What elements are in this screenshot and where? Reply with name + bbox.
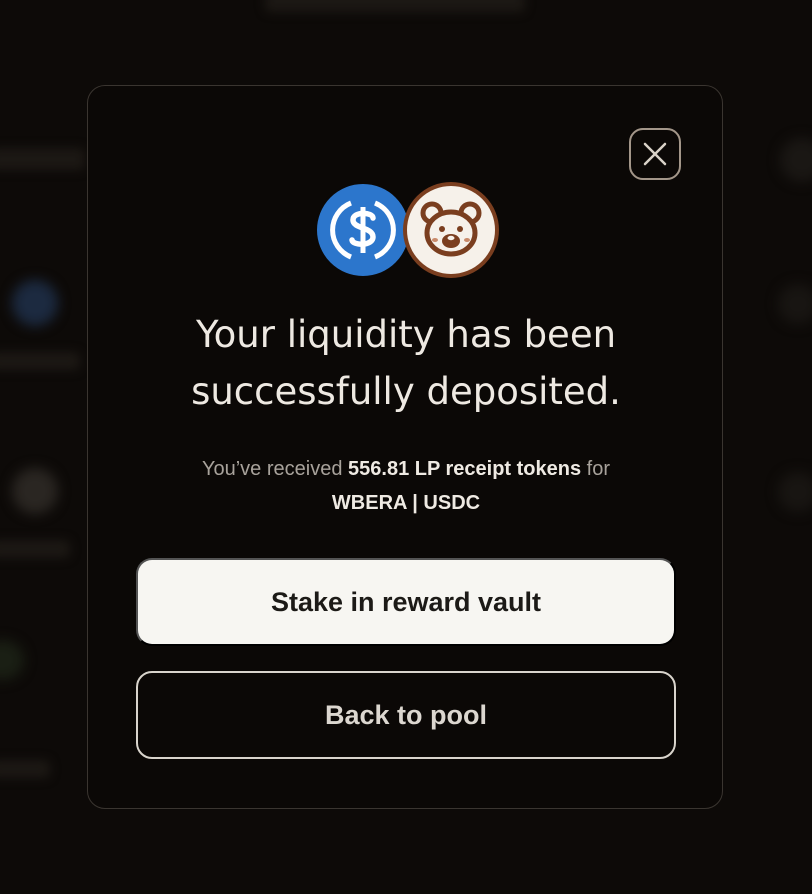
bg-header-text	[265, 0, 525, 12]
received-suffix: for	[586, 458, 611, 480]
stake-button-label: Stake in reward vault	[270, 586, 542, 617]
stake-in-reward-vault-button[interactable]: Stake in reward vault	[136, 558, 676, 646]
bg-token-avatar	[12, 280, 58, 326]
headline-line-2: successfully deposited.	[191, 370, 621, 413]
pool-name: WBERA | USDC	[331, 492, 481, 514]
token-pair	[315, 182, 499, 280]
deposit-success-modal: Your liquidity has been successfully dep…	[87, 85, 723, 809]
headline-line-1: Your liquidity has been	[195, 313, 617, 356]
received-message: You’ve received 556.81 LP receipt tokens…	[128, 452, 684, 520]
bg-row-text	[0, 760, 50, 778]
bg-row-text	[0, 540, 70, 558]
usdc-icon	[315, 182, 411, 278]
bg-token-avatar	[0, 640, 24, 680]
bg-section-title	[0, 148, 85, 170]
back-button-label: Back to pool	[324, 699, 487, 730]
success-headline: Your liquidity has been successfully dep…	[88, 306, 724, 420]
bera-bear-icon	[403, 182, 499, 278]
bg-right-avatar	[780, 138, 812, 182]
bg-right-avatar	[778, 472, 812, 512]
bg-right-avatar	[778, 284, 812, 324]
bg-row-text	[0, 352, 80, 370]
close-icon	[643, 142, 667, 166]
received-prefix: You’ve received	[201, 458, 343, 480]
back-to-pool-button[interactable]: Back to pool	[136, 671, 676, 759]
bg-token-avatar	[12, 468, 58, 514]
lp-token-amount: 556.81 LP receipt tokens	[348, 458, 582, 480]
close-button[interactable]	[629, 128, 681, 180]
